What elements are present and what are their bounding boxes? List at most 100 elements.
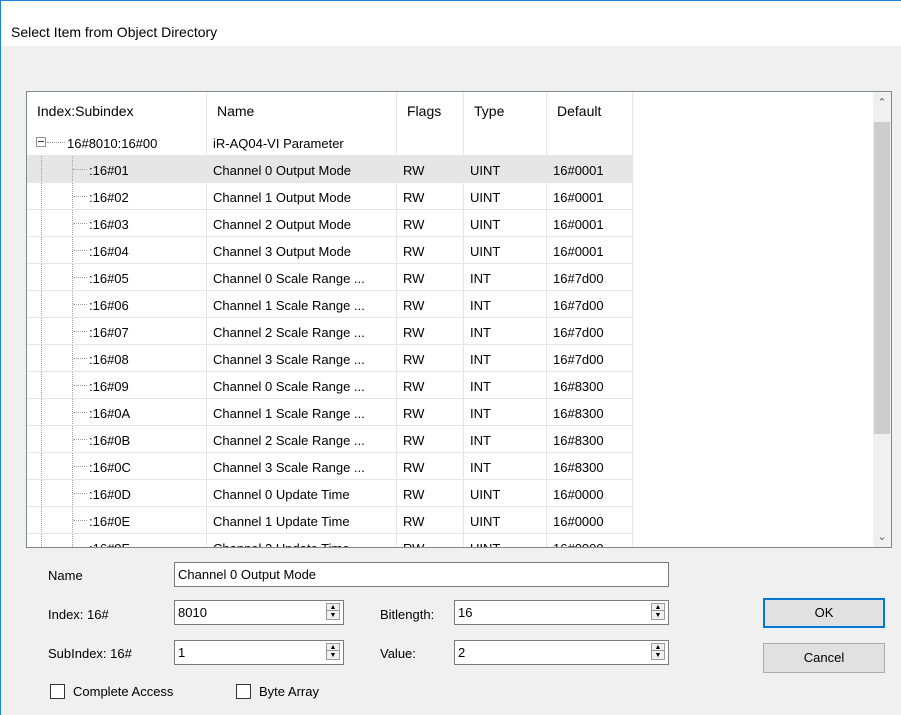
tree-root-row[interactable]: 16#8010:16#00 iR-AQ04-VI Parameter [27,129,633,156]
column-header-index[interactable]: Index:Subindex [27,92,207,129]
type-cell: UINT [464,237,547,264]
tree-connector [73,304,87,305]
bitlength-spin-icon[interactable]: ▲ ▼ [651,603,665,620]
tree-connector [41,426,42,452]
index-cell: :16#0A [27,399,207,426]
subindex-text: :16#01 [89,163,129,178]
subindex-text: :16#05 [89,271,129,286]
value-spin-icon[interactable]: ▲ ▼ [651,643,665,660]
default-cell: 16#7d00 [547,291,633,318]
flags-cell: RW [397,372,464,399]
root-flags-cell [397,129,464,156]
name-field[interactable]: Channel 0 Output Mode [174,562,669,587]
index-label: Index: 16# [48,607,109,622]
table-row[interactable]: :16#0B Channel 2 Scale Range ... RW INT 16#8… [27,426,633,453]
type-cell: UINT [464,534,547,547]
index-spin-icon[interactable]: ▲ ▼ [326,603,340,620]
flags-cell: RW [397,480,464,507]
column-header-type[interactable]: Type [464,92,547,129]
table-row[interactable]: :16#05 Channel 0 Scale Range ... RW INT 16#7… [27,264,633,291]
type-cell: INT [464,264,547,291]
table-row[interactable]: :16#0C Channel 3 Scale Range ... RW INT 16#8… [27,453,633,480]
subindex-text: :16#07 [89,325,129,340]
default-cell: 16#0000 [547,507,633,534]
window-title: Select Item from Object Directory [11,24,218,40]
tree-connector [41,210,42,236]
type-cell: INT [464,291,547,318]
table-row[interactable]: :16#09 Channel 0 Scale Range ... RW INT 16#8… [27,372,633,399]
default-cell: 16#7d00 [547,264,633,291]
default-cell: 16#8300 [547,453,633,480]
subindex-input[interactable]: 1 ▲ ▼ [174,640,344,665]
flags-cell: RW [397,210,464,237]
default-cell: 16#7d00 [547,318,633,345]
cancel-button[interactable]: Cancel [763,643,885,673]
column-header-default[interactable]: Default [547,92,633,129]
name-cell: Channel 3 Scale Range ... [207,453,397,480]
subindex-text: :16#0E [89,514,131,529]
flags-cell: RW [397,507,464,534]
tree-connector [41,237,42,263]
index-cell: :16#0E [27,507,207,534]
complete-access-label[interactable]: Complete Access [73,684,173,699]
tree-connector [73,547,87,548]
table-row[interactable]: :16#04 Channel 3 Output Mode RW UINT 16#0001 [27,237,633,264]
tree-connector [41,156,42,182]
flags-cell: RW [397,291,464,318]
type-cell: UINT [464,156,547,183]
value-input[interactable]: 2 ▲ ▼ [454,640,669,665]
table-row[interactable]: :16#02 Channel 1 Output Mode RW UINT 16#0001 [27,183,633,210]
name-cell: Channel 1 Scale Range ... [207,291,397,318]
table-row[interactable]: :16#07 Channel 2 Scale Range ... RW INT 16#7… [27,318,633,345]
column-header-name[interactable]: Name [207,92,397,129]
byte-array-label[interactable]: Byte Array [259,684,319,699]
column-header-flags[interactable]: Flags [397,92,464,129]
vertical-scrollbar[interactable]: ⌃ ⌄ [873,92,891,547]
byte-array-checkbox[interactable] [236,684,251,699]
table-row[interactable]: :16#08 Channel 3 Scale Range ... RW INT 16#7… [27,345,633,372]
index-cell: :16#09 [27,372,207,399]
scrollbar-thumb[interactable] [874,122,890,434]
type-cell: INT [464,345,547,372]
chevron-down-icon[interactable]: ⌄ [873,528,891,546]
index-input[interactable]: 8010 ▲ ▼ [174,600,344,625]
bitlength-input[interactable]: 16 ▲ ▼ [454,600,669,625]
flags-cell: RW [397,183,464,210]
name-label: Name [48,568,83,583]
name-cell: Channel 0 Scale Range ... [207,372,397,399]
index-cell: :16#03 [27,210,207,237]
flags-cell: RW [397,237,464,264]
subindex-spin-icon[interactable]: ▲ ▼ [326,643,340,660]
table-row[interactable]: :16#01 Channel 0 Output Mode RW UINT 16#0001 [27,156,633,183]
collapse-icon[interactable] [36,137,46,147]
tree-connector [73,223,87,224]
table-row[interactable]: :16#0A Channel 1 Scale Range ... RW INT 16#8… [27,399,633,426]
table-row[interactable]: :16#0D Channel 0 Update Time RW UINT 16#0000 [27,480,633,507]
tree-connector [41,183,42,209]
subindex-value: 1 [178,645,186,660]
default-cell: 16#0001 [547,210,633,237]
name-cell: Channel 0 Update Time [207,480,397,507]
complete-access-checkbox[interactable] [50,684,65,699]
tree-connector [73,169,87,170]
name-cell: Channel 3 Output Mode [207,237,397,264]
subindex-text: :16#0F [89,541,129,547]
type-cell: UINT [464,480,547,507]
object-directory-list[interactable]: Index:Subindex Name Flags Type Default 1… [26,91,892,548]
tree-connector [72,534,73,547]
root-index: 16#8010:16#00 [67,136,158,151]
tree-connector [41,399,42,425]
table-row[interactable]: :16#03 Channel 2 Output Mode RW UINT 16#0001 [27,210,633,237]
ok-button[interactable]: OK [763,598,885,628]
chevron-up-icon[interactable]: ⌃ [873,94,891,112]
tree-connector [73,466,87,467]
table-row[interactable]: :16#06 Channel 1 Scale Range ... RW INT 16#7… [27,291,633,318]
subindex-text: :16#04 [89,244,129,259]
default-cell: 16#0001 [547,237,633,264]
tree-connector [73,196,87,197]
table-row[interactable]: :16#0F Channel 2 Update TimeRWUINT16#0000 [27,534,633,548]
table-row[interactable]: :16#0E Channel 1 Update Time RW UINT 16#0000 [27,507,633,534]
tree-connector [41,507,42,533]
name-cell: Channel 1 Update Time [207,507,397,534]
subindex-text: :16#0D [89,487,131,502]
